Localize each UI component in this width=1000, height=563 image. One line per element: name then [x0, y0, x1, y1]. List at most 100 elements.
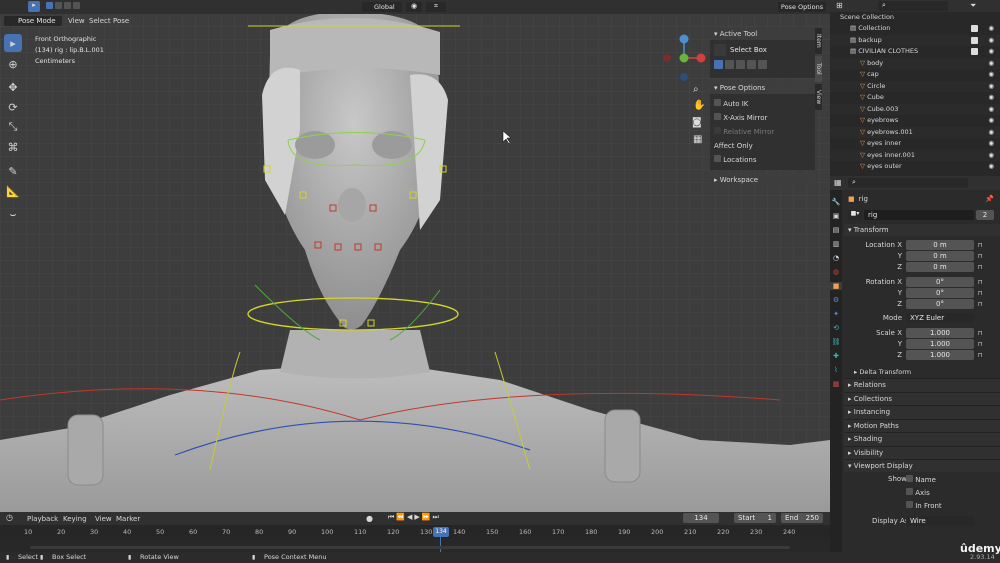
mode-invert-icon[interactable]	[747, 60, 756, 69]
rotation-x-field[interactable]: 0°	[906, 277, 974, 287]
timeline-menu-marker[interactable]: Marker	[116, 515, 140, 523]
editor-type-icon[interactable]: ▦	[834, 178, 842, 187]
scale-y-field[interactable]: 1.000	[906, 339, 974, 349]
section-header[interactable]: ▸ Instancing	[844, 405, 1000, 419]
outliner-item[interactable]: ▽ body ◉	[830, 57, 1000, 69]
visibility-eye-icon[interactable]: ◉	[988, 81, 994, 93]
outliner-item[interactable]: ▽ Cube.003 ◉	[830, 103, 1000, 116]
section-header[interactable]: ▸ Visibility	[844, 445, 1000, 459]
scale-tool[interactable]: ⤡	[4, 118, 22, 136]
viewport-menu-select[interactable]: Select	[89, 17, 111, 25]
lock-scale-icons[interactable]: ⊓ ⊓ ⊓	[978, 328, 983, 361]
modifier-tab-icon[interactable]: ⚙	[830, 296, 842, 304]
mode-selector[interactable]: Pose Mode	[4, 16, 62, 26]
rotation-y-field[interactable]: 0°	[906, 288, 974, 298]
snap-toggle[interactable]: ⌗	[426, 2, 446, 12]
users-count[interactable]: 2	[976, 210, 994, 220]
select-box-label[interactable]: Select Box	[730, 46, 767, 54]
auto-ik-row[interactable]: Auto IK	[714, 97, 811, 111]
mode-subtract-icon[interactable]	[736, 60, 745, 69]
visibility-eye-icon[interactable]: ◉	[988, 150, 994, 162]
current-frame-field[interactable]: 134	[683, 513, 719, 523]
zoom-icon[interactable]: ⌕	[693, 84, 699, 95]
outliner-item[interactable]: ▽ eyebrows.001 ◉	[830, 126, 1000, 138]
tab-item[interactable]: Item	[815, 28, 822, 54]
location-z-field[interactable]: 0 m	[906, 262, 974, 272]
outliner-item[interactable]: ▽ cap ◉	[830, 69, 1000, 81]
properties-search[interactable]: ⌕	[848, 178, 968, 188]
record-icon[interactable]: ●	[366, 514, 373, 523]
subtract-icon[interactable]	[64, 2, 71, 9]
outliner-item[interactable]: ▤ backup ◉	[830, 34, 1000, 47]
exclude-checkbox[interactable]	[971, 48, 978, 55]
timeline-menu-view[interactable]: View	[95, 515, 112, 523]
render-tab-icon[interactable]: ▣	[830, 212, 842, 220]
editor-type-icon[interactable]: ◷	[6, 513, 13, 522]
relax-tool[interactable]: ⌣	[4, 206, 22, 224]
visibility-eye-icon[interactable]: ◉	[988, 104, 994, 116]
exclude-checkbox[interactable]	[971, 25, 978, 32]
pose-options-dropdown[interactable]: Pose Options	[778, 2, 826, 12]
pose-options-header[interactable]: ▾ Pose Options	[710, 82, 815, 94]
tab-view[interactable]: View	[815, 84, 822, 110]
viewport[interactable]: ▸ Pose Mode View Select Pose Global ◉ ⌗ …	[0, 0, 830, 512]
bone-tab-icon[interactable]: ⌇	[830, 366, 842, 374]
outliner-item[interactable]: ▽ eyes inner.001 ◉	[830, 149, 1000, 162]
start-frame-field[interactable]: Start 1	[734, 513, 776, 523]
jump-end-icon[interactable]: ⏭	[433, 513, 439, 522]
playhead[interactable]: 134	[433, 527, 449, 537]
invert-icon[interactable]	[73, 2, 80, 9]
prev-key-icon[interactable]: ⏪	[396, 513, 405, 522]
exclude-checkbox[interactable]	[971, 36, 978, 44]
navigation-gizmo[interactable]	[662, 32, 706, 82]
visibility-eye-icon[interactable]: ◉	[988, 69, 994, 81]
cursor-tool[interactable]: ⊕	[4, 55, 22, 73]
outliner-item[interactable]: ▤ CIVILIAN CLOTHES ◉	[830, 46, 1000, 58]
mode-intersect-icon[interactable]	[758, 60, 767, 69]
show-in-front-row[interactable]: In Front	[906, 501, 942, 510]
visibility-eye-icon[interactable]: ◉	[988, 23, 994, 35]
outliner-root[interactable]: Scene Collection	[830, 12, 1000, 23]
data-block-name[interactable]: rig	[864, 210, 974, 220]
output-tab-icon[interactable]: ▤	[830, 226, 842, 234]
selection-mode-group[interactable]	[46, 2, 86, 12]
outliner-item[interactable]: ▽ eyes outer ◉	[830, 161, 1000, 173]
show-name-row[interactable]: Name	[906, 475, 936, 484]
world-tab-icon[interactable]: ◍	[830, 268, 842, 276]
workspace-header[interactable]: ▸ Workspace	[710, 174, 815, 186]
outliner-display-icon[interactable]: ⊞	[836, 1, 843, 10]
data-tab-icon[interactable]: ✚	[830, 352, 842, 360]
tab-tool[interactable]: Tool	[815, 56, 822, 82]
x-axis-mirror-row[interactable]: X-Axis Mirror	[714, 111, 811, 125]
rotate-tool[interactable]: ⟳	[4, 98, 22, 116]
show-axis-row[interactable]: Axis	[906, 488, 930, 497]
transform-header[interactable]: ▾ Transform	[844, 224, 1000, 236]
set-new-icon[interactable]	[46, 2, 53, 9]
physics-tab-icon[interactable]: ⟲	[830, 324, 842, 332]
timeline-menu-keying[interactable]: Keying	[63, 515, 87, 523]
particles-tab-icon[interactable]: ✦	[830, 310, 842, 318]
lock-location-icons[interactable]: ⊓ ⊓ ⊓	[978, 240, 983, 273]
constraints-tab-icon[interactable]: ⛓	[830, 338, 842, 346]
outliner-item[interactable]: ▽ eyebrows ◉	[830, 115, 1000, 127]
jump-start-icon[interactable]: ⏮	[388, 513, 394, 522]
transform-tool[interactable]: ⌘	[4, 138, 22, 156]
measure-tool[interactable]: 📐	[4, 182, 22, 200]
scene-tab-icon[interactable]: ◔	[830, 254, 842, 262]
active-tool-header[interactable]: ▾ Active Tool	[710, 28, 815, 40]
outliner-item[interactable]: ▽ Cube ◉	[830, 92, 1000, 104]
timeline-menu-playback[interactable]: Playback	[27, 515, 58, 523]
pan-icon[interactable]: ✋	[693, 100, 705, 111]
viewport-menu-view[interactable]: View	[68, 17, 85, 25]
scale-z-field[interactable]: 1.000	[906, 350, 974, 360]
move-tool[interactable]: ✥	[4, 78, 22, 96]
perspective-icon[interactable]: ▦	[693, 134, 702, 145]
visibility-eye-icon[interactable]: ◉	[988, 35, 994, 47]
outliner-item[interactable]: ▽ Circle ◉	[830, 80, 1000, 93]
visibility-eye-icon[interactable]: ◉	[988, 115, 994, 127]
outliner-item[interactable]: ▽ eyes inner ◉	[830, 138, 1000, 150]
section-header[interactable]: ▸ Collections	[844, 391, 1000, 405]
timeline-scrollbar[interactable]	[30, 546, 790, 549]
play-reverse-icon[interactable]: ◀	[407, 513, 412, 522]
location-y-field[interactable]: 0 m	[906, 251, 974, 261]
